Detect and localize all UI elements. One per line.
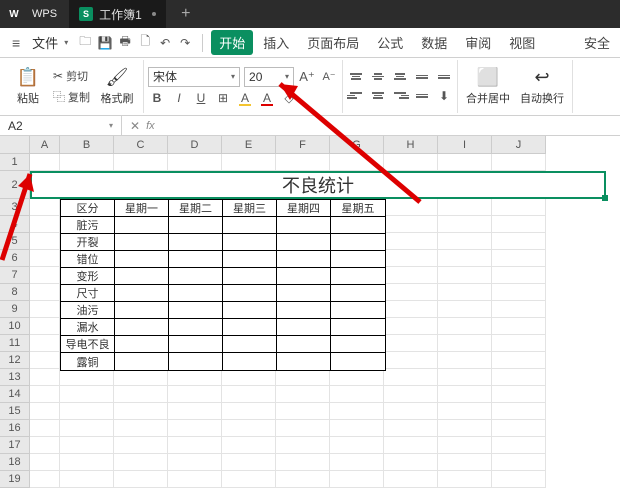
merge-center-button[interactable]: ⬜ 合并居中 [462, 60, 514, 112]
increase-indent-icon[interactable] [435, 69, 453, 85]
chevron-down-icon: ▾ [109, 121, 113, 130]
auto-wrap-button[interactable]: ↩ 自动换行 [516, 60, 568, 112]
orientation-icon[interactable] [413, 88, 431, 104]
menu-security[interactable]: 安全 [584, 33, 614, 52]
ribbon: 📋 粘贴 ✂剪切 ⿻复制 🖌 格式刷 宋体▾ 20▾ A⁺ A⁻ B I U ⊞… [0, 58, 620, 116]
align-bottom-icon[interactable] [391, 69, 409, 85]
align-top-icon[interactable] [347, 69, 365, 85]
file-menu[interactable]: 文件 [28, 31, 62, 54]
redo-icon[interactable]: ↷ [176, 34, 194, 52]
format-painter-button[interactable]: 🖌 格式刷 [95, 61, 139, 113]
border-icon[interactable]: ⊞ [214, 89, 232, 107]
wrap-icon: ↩ [534, 67, 549, 88]
font-group: 宋体▾ 20▾ A⁺ A⁻ B I U ⊞ A A ◇ [144, 60, 343, 113]
fx-icon[interactable]: fx [146, 120, 155, 132]
italic-icon[interactable]: I [170, 89, 188, 107]
menu-formula[interactable]: 公式 [369, 30, 411, 55]
align-right-icon[interactable] [391, 88, 409, 104]
clipboard-group: 📋 粘贴 ✂剪切 ⿻复制 🖌 格式刷 [4, 60, 144, 113]
menu-page-layout[interactable]: 页面布局 [299, 30, 367, 55]
print-preview-icon[interactable]: 🗋 [136, 34, 154, 52]
new-tab-button[interactable]: + [172, 0, 200, 28]
spreadsheet-icon: S [79, 7, 93, 21]
save-icon[interactable]: 💾 [96, 34, 114, 52]
column-headers[interactable]: ABCDEFGHIJ [30, 136, 546, 154]
paste-icon: 📋 [17, 67, 39, 88]
format-painter-icon: 🖌 [106, 67, 129, 88]
folder-open-icon[interactable]: 🗀 [76, 34, 94, 52]
scissors-icon: ✂ [53, 69, 63, 83]
menu-view[interactable]: 视图 [501, 30, 543, 55]
increase-font-icon[interactable]: A⁺ [298, 68, 316, 86]
cancel-icon[interactable]: ✕ [130, 119, 140, 133]
alignment-group: ⬇ [343, 60, 458, 113]
chevron-down-icon[interactable]: ▾ [64, 38, 68, 47]
spreadsheet-grid[interactable]: ABCDEFGHIJ 12345678910111213141516171819… [0, 136, 620, 500]
menu-insert[interactable]: 插入 [255, 30, 297, 55]
clear-format-icon[interactable]: ◇ [280, 89, 298, 107]
document-tab[interactable]: S 工作簿1 [69, 0, 166, 28]
paste-button[interactable]: 📋 粘贴 [8, 61, 48, 113]
copy-icon: ⿻ [53, 88, 65, 105]
fill-color-icon[interactable]: A [236, 89, 254, 107]
cut-button[interactable]: ✂剪切 [50, 67, 93, 85]
menu-review[interactable]: 审阅 [457, 30, 499, 55]
bold-icon[interactable]: B [148, 89, 166, 107]
app-name: WPS [32, 8, 57, 20]
align-center-icon[interactable] [369, 88, 387, 104]
decrease-indent-icon[interactable] [413, 69, 431, 85]
chevron-down-icon: ▾ [285, 72, 289, 81]
titlebar: W WPS S 工作簿1 + [0, 0, 620, 28]
name-box[interactable]: A2 ▾ [0, 116, 122, 136]
font-color-icon[interactable]: A [258, 89, 276, 107]
merge-icon: ⬜ [477, 67, 499, 88]
align-left-icon[interactable] [347, 88, 365, 104]
undo-icon[interactable]: ↶ [156, 34, 174, 52]
merge-group: ⬜ 合并居中 ↩ 自动换行 [458, 60, 573, 113]
font-name-select[interactable]: 宋体▾ [148, 67, 240, 87]
formula-bar[interactable]: ✕ fx [122, 119, 163, 133]
font-size-select[interactable]: 20▾ [244, 67, 294, 87]
data-table[interactable]: 区分星期一星期二星期三星期四星期五脏污开裂错位变形尺寸油污漏水导电不良露铜 [60, 199, 386, 371]
chevron-down-icon: ▾ [231, 72, 235, 81]
decrease-font-icon[interactable]: A⁻ [320, 68, 338, 86]
copy-button[interactable]: ⿻复制 [50, 87, 93, 106]
align-middle-icon[interactable] [369, 69, 387, 85]
menubar: ≡ 文件 ▾ 🗀 💾 🖶 🗋 ↶ ↷ 开始 插入 页面布局 公式 数据 审阅 视… [0, 28, 620, 58]
row-headers[interactable]: 12345678910111213141516171819 [0, 154, 30, 488]
wps-logo-icon: W [0, 0, 28, 28]
menu-data[interactable]: 数据 [413, 30, 455, 55]
tab-modified-dot-icon [152, 12, 156, 16]
select-all-corner[interactable] [0, 136, 30, 154]
formula-bar-row: A2 ▾ ✕ fx [0, 116, 620, 136]
wrap-text-icon[interactable]: ⬇ [435, 87, 453, 105]
hamburger-icon[interactable]: ≡ [6, 33, 26, 53]
tab-label: 工作簿1 [99, 6, 142, 23]
print-icon[interactable]: 🖶 [116, 34, 134, 52]
underline-icon[interactable]: U [192, 89, 210, 107]
selection-handle-icon[interactable] [602, 195, 608, 201]
menu-start[interactable]: 开始 [211, 30, 253, 55]
